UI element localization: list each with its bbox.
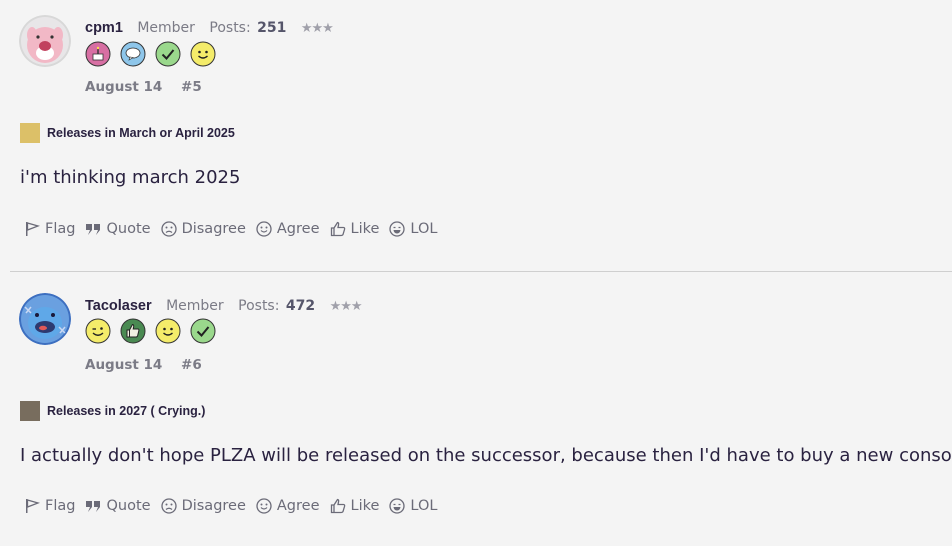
quote-icon [86, 224, 101, 235]
posts-label: Posts: [238, 298, 280, 314]
poll-choice: Releases in March or April 2025 [47, 126, 235, 140]
quote-icon [86, 501, 101, 512]
user-meta: cpm1 Member Posts: 251 ★★★ [85, 20, 334, 36]
post-body: I actually don't hope PLZA will be relea… [20, 445, 952, 466]
laugh-icon [389, 498, 406, 514]
disagree-label: Disagree [181, 498, 246, 514]
lol-label: LOL [410, 221, 438, 237]
post-number-link[interactable]: #6 [181, 357, 202, 373]
post-date-line: August 14 #5 [85, 79, 216, 95]
post-date[interactable]: August 14 [85, 357, 162, 373]
post-number-link[interactable]: #5 [181, 79, 202, 95]
posts-count: 251 [257, 20, 287, 36]
quote-label: Quote [106, 221, 151, 237]
disagree-label: Disagree [181, 221, 246, 237]
cake-badge-icon[interactable] [85, 41, 111, 67]
lol-label: LOL [410, 498, 438, 514]
flag-icon [26, 222, 40, 236]
posts-count: 472 [285, 298, 316, 314]
user-meta: Tacolaser Member Posts: 472 ★★★ [85, 298, 363, 314]
username-link[interactable]: cpm1 [85, 20, 123, 36]
flag-button[interactable]: Flag [24, 498, 75, 514]
post-date[interactable]: August 14 [85, 79, 162, 95]
post-5: cpm1 Member Posts: 251 ★★★ August 14 #5 … [0, 0, 952, 271]
badge-row [85, 318, 216, 344]
poll-color-swatch [20, 401, 40, 421]
laugh-icon [389, 221, 406, 237]
thumbs-up-badge-icon[interactable] [120, 318, 146, 344]
post-6: Tacolaser Member Posts: 472 ★★★ August 1… [0, 272, 952, 546]
speech-bubble-badge-icon[interactable] [120, 41, 146, 67]
checkmark-badge-icon[interactable] [190, 318, 216, 344]
poll-color-swatch [20, 123, 40, 143]
like-button[interactable]: Like [330, 221, 380, 237]
quote-label: Quote [106, 498, 151, 514]
quote-button[interactable]: Quote [85, 221, 151, 237]
flag-button[interactable]: Flag [24, 221, 75, 237]
smiley-badge-icon[interactable] [190, 41, 216, 67]
smile-icon [256, 221, 272, 237]
poll-choice: Releases in 2027 ( Crying.) [47, 404, 206, 418]
like-label: Like [350, 221, 380, 237]
avatar[interactable] [19, 15, 71, 67]
poll-vote: Releases in March or April 2025 [20, 123, 235, 143]
thumbs-up-icon [330, 498, 345, 514]
post-actions: Flag Quote Disagree Agree Like LOL [24, 221, 447, 237]
post-body: i'm thinking march 2025 [20, 167, 241, 188]
agree-button[interactable]: Agree [256, 498, 320, 514]
posts-label: Posts: [209, 20, 251, 36]
post-actions: Flag Quote Disagree Agree Like LOL [24, 498, 447, 514]
disagree-button[interactable]: Disagree [160, 221, 246, 237]
like-button[interactable]: Like [330, 498, 380, 514]
rank-stars: ★★★ [329, 299, 363, 314]
smiley-badge-icon[interactable] [155, 318, 181, 344]
rank-stars: ★★★ [300, 21, 334, 36]
quote-button[interactable]: Quote [85, 498, 151, 514]
user-role: Member [166, 298, 224, 314]
like-label: Like [350, 498, 380, 514]
user-role: Member [137, 20, 195, 36]
flag-label: Flag [45, 221, 76, 237]
agree-label: Agree [276, 498, 320, 514]
thumbs-up-icon [330, 221, 345, 237]
frown-icon [160, 221, 177, 237]
flag-icon [26, 499, 40, 513]
agree-button[interactable]: Agree [256, 221, 320, 237]
badge-row [85, 41, 216, 67]
agree-label: Agree [276, 221, 320, 237]
avatar[interactable] [19, 293, 71, 345]
lol-button[interactable]: LOL [389, 221, 437, 237]
post-date-line: August 14 #6 [85, 357, 216, 373]
poll-vote: Releases in 2027 ( Crying.) [20, 401, 205, 421]
frown-icon [160, 498, 177, 514]
checkmark-badge-icon[interactable] [155, 41, 181, 67]
lol-button[interactable]: LOL [389, 498, 437, 514]
wink-badge-icon[interactable] [85, 318, 111, 344]
username-link[interactable]: Tacolaser [85, 298, 152, 314]
smile-icon [256, 498, 272, 514]
disagree-button[interactable]: Disagree [160, 498, 246, 514]
flag-label: Flag [45, 498, 76, 514]
